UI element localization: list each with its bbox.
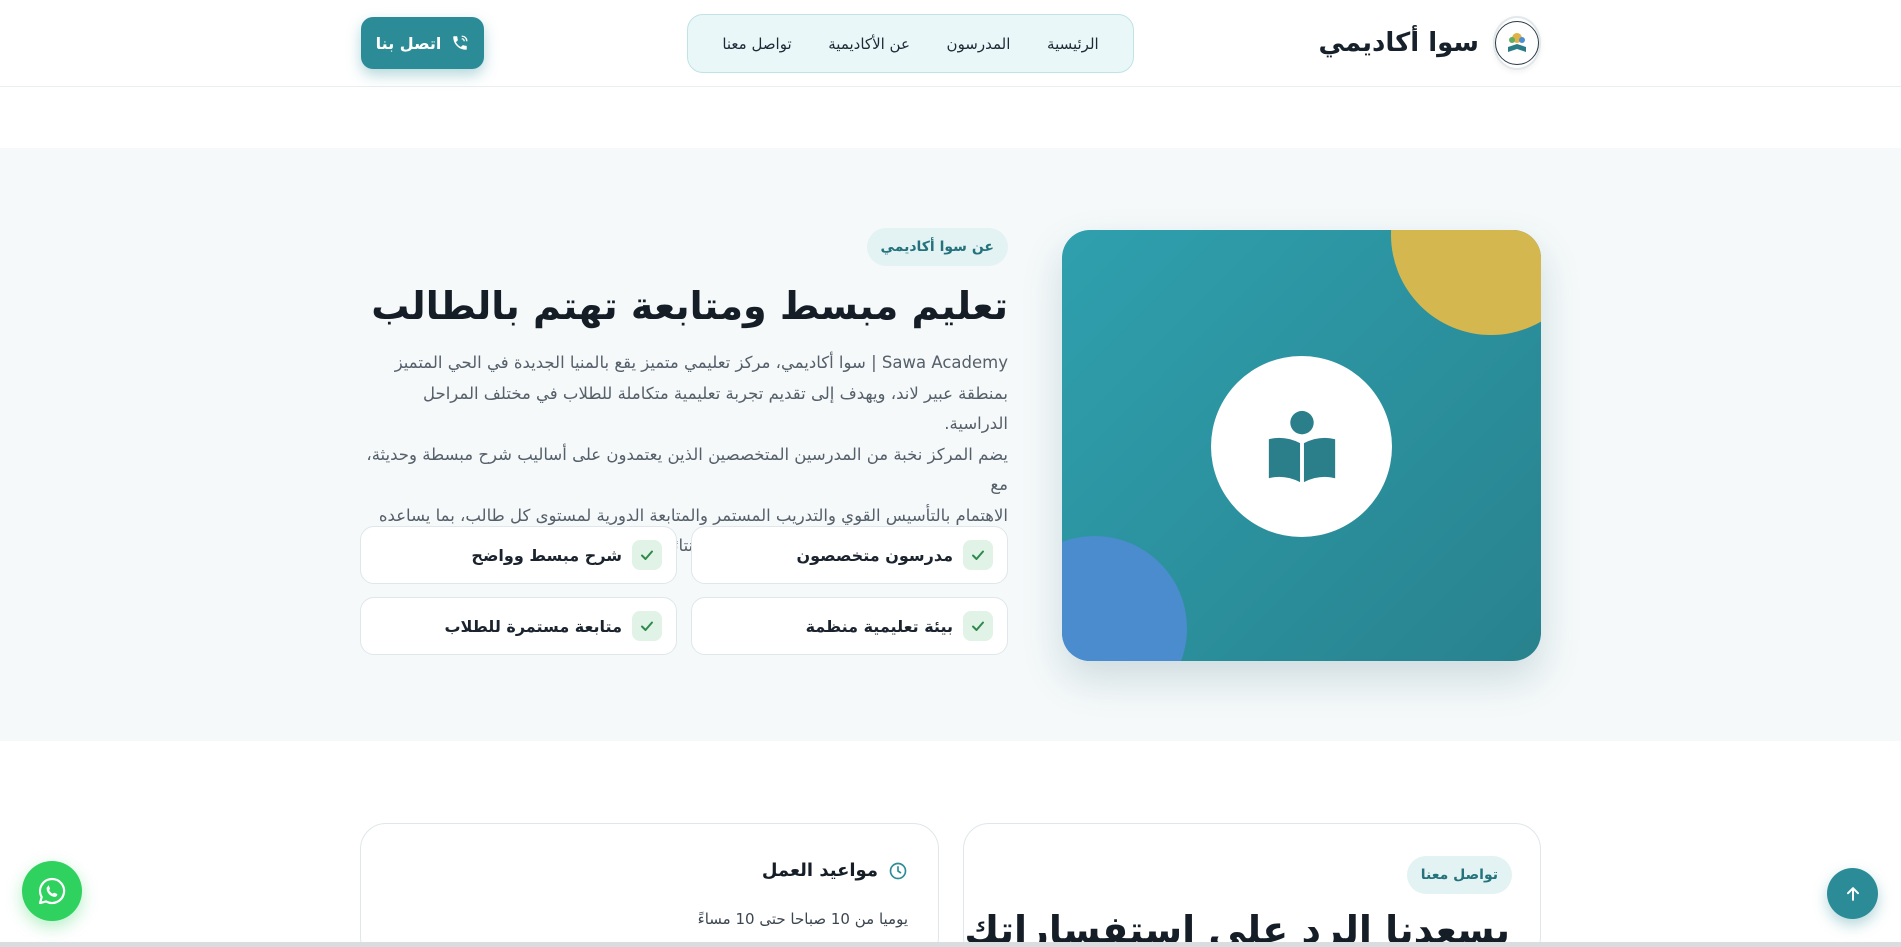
hero-icon-circle [1211,356,1392,537]
brand[interactable]: سوا أكاديمي [1319,15,1541,71]
logo [1493,16,1541,70]
brand-name: سوا أكاديمي [1318,28,1479,58]
description-line: Sawa Academy | سوا أكاديمي، مركز تعليمي … [394,353,1008,372]
working-hours-title: مواعيد العمل [761,860,878,881]
about-section: عن سوا أكاديمي تعليم مبسط ومتابعة تهتم ب… [0,148,1901,741]
description-line: يضم المركز نخبة من المدرسين المتخصصين ال… [366,444,1008,495]
feature-card: شرح مبسط وواضح [360,526,677,584]
feature-card: متابعة مستمرة للطلاب [360,597,677,655]
call-us-button[interactable]: اتصل بنا [361,17,484,69]
feature-label: بيئة تعليمية منظمة [805,616,953,636]
whatsapp-icon [38,877,66,905]
feature-card: بيئة تعليمية منظمة [691,597,1008,655]
contact-badge: تواصل معنا [1406,856,1512,894]
phone-icon [453,35,468,50]
description-line: بمنطقة عبير لاند، ويهدف إلى تقديم تجربة … [423,383,1008,434]
about-title: تعليم مبسط ومتابعة تهتم بالطالب [371,284,1008,328]
working-hours-heading: مواعيد العمل [762,860,908,881]
nav-item-home[interactable]: الرئيسية [1047,35,1099,53]
feature-card: مدرسون متخصصون [691,526,1008,584]
decor-blue-blob [1062,536,1187,661]
feature-label: متابعة مستمرة للطلاب [444,616,622,636]
viewport-bottom-edge [0,942,1901,947]
back-to-top-button[interactable] [1827,868,1878,919]
main-nav: الرئيسية المدرسون عن الأكاديمية تواصل مع… [687,14,1134,73]
feature-label: شرح مبسط وواضح [471,545,622,565]
whatsapp-button[interactable] [22,861,82,921]
call-us-label: اتصل بنا [375,33,442,53]
nav-item-contact[interactable]: تواصل معنا [722,35,791,53]
check-icon [632,540,662,570]
clock-icon [889,862,907,879]
check-icon [632,611,662,641]
contact-card: تواصل معنا يسعدنا الرد على استفساراتك [963,823,1541,947]
feature-label: مدرسون متخصصون [796,545,953,565]
nav-item-teachers[interactable]: المدرسون [947,35,1011,53]
about-badge: عن سوا أكاديمي [866,228,1008,266]
arrow-up-icon [1846,886,1859,901]
reading-person-icon [1268,410,1335,482]
check-icon [963,540,993,570]
check-icon [963,611,993,641]
hero-illustration-card [1062,230,1541,661]
nav-item-about[interactable]: عن الأكاديمية [828,35,910,53]
logo-emblem-icon [1508,33,1526,52]
site-header: سوا أكاديمي الرئيسية المدرسون عن الأكادي… [0,0,1901,87]
decor-yellow-blob [1391,230,1541,335]
working-hours-card: مواعيد العمل يوميا من 10 صباحا حتى 10 مس… [360,823,939,947]
working-hours-text: يوميا من 10 صباحا حتى 10 مساءً [697,910,908,928]
